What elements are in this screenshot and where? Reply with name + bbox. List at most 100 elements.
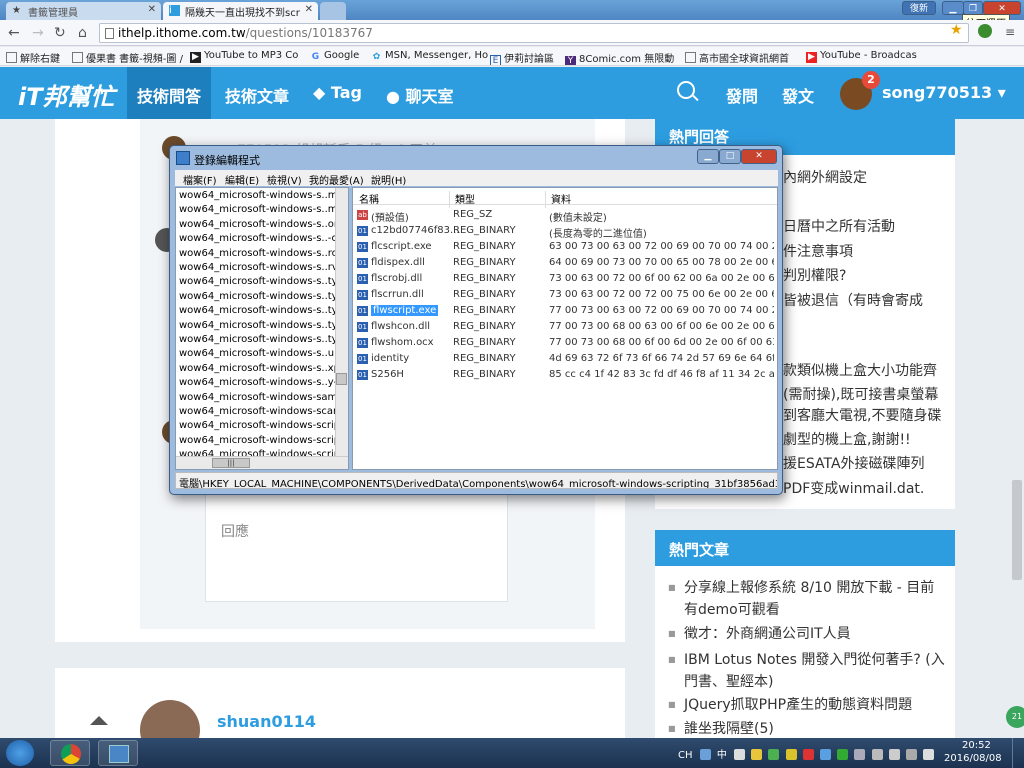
column-divider[interactable] [449, 191, 450, 208]
table-row[interactable]: 01 c12bd07746f83... REG_BINARY (長度為零的二進位值) [353, 223, 777, 240]
registry-tree[interactable]: wow64_microsoft-windows-s..mon wow64_micr… [175, 187, 349, 470]
ime-mode[interactable]: 中 [717, 750, 727, 761]
chat-tray-icon[interactable] [837, 749, 849, 760]
bookmark-item[interactable]: 高市國全球資訊網首 [685, 50, 789, 65]
hot-answer-link[interactable]: 件注意事項 [783, 241, 853, 261]
home-icon[interactable]: ⌂ [78, 25, 87, 41]
close-window-button[interactable]: ✕ [741, 149, 777, 164]
address-bar[interactable]: ithelp.ithome.com.tw/questions/10183767 [99, 23, 969, 43]
bookmark-item[interactable]: E 伊莉討論區 [490, 50, 554, 65]
menu-favorites[interactable]: 我的最愛(A) [309, 172, 364, 187]
table-row[interactable]: 01 flcscript.exe REG_BINARY 63 00 73 00 63 … [353, 239, 777, 255]
tree-node[interactable]: wow64_microsoft-windows-s..ty-cr [179, 291, 348, 302]
scroll-thumb[interactable] [336, 373, 347, 385]
taskbar-regedit[interactable] [98, 740, 138, 766]
hot-answer-link[interactable]: (需耐操),既可接書桌螢幕 [783, 384, 938, 404]
new-tab-button[interactable] [320, 2, 346, 20]
table-row[interactable]: ab (預設值) REG_SZ (數值未設定) [353, 207, 777, 224]
hot-article-link[interactable]: 誰坐我隔壁(5) [668, 718, 948, 740]
menu-icon[interactable]: ≡ [1005, 25, 1015, 39]
user-menu[interactable]: song770513 ▾ [882, 83, 1006, 102]
table-row[interactable]: 01 flwshom.ocx REG_BINARY 77 00 73 00 68 00… [353, 335, 777, 351]
hot-answer-link[interactable]: 日曆中之所有活動 [783, 216, 895, 236]
tree-node[interactable]: wow64_microsoft-windows-s..rolpa [179, 248, 348, 259]
hot-answer-link[interactable]: 劇型的機上盒,謝謝!! [783, 429, 911, 449]
menu-file[interactable]: 檔案(F) [183, 172, 217, 187]
tree-node[interactable]: wow64_microsoft-windows-s..xper [179, 363, 348, 374]
tree-node[interactable]: wow64_microsoft-windows-s..urati [179, 348, 348, 359]
close-icon[interactable]: ✕ [305, 4, 313, 15]
site-logo[interactable]: iT邦幫忙 [18, 77, 115, 112]
menu-view[interactable]: 檢視(V) [267, 172, 302, 187]
tab-bookmark-manager[interactable]: ★ 書籤管理員 ✕ [6, 2, 161, 20]
clock-time[interactable]: 20:52 [962, 740, 991, 751]
table-row[interactable]: 01 identity REG_BINARY 4d 69 63 72 6f 73 6f… [353, 351, 777, 367]
hot-answer-link[interactable]: 援ESATA外接磁碟陣列 [783, 453, 925, 473]
page-scrollbar[interactable] [1012, 480, 1022, 580]
close-window-button[interactable]: ✕ [983, 1, 1021, 15]
tree-vertical-scrollbar[interactable] [335, 188, 348, 457]
table-row[interactable]: 01 flscrrun.dll REG_BINARY 73 00 63 00 72 0… [353, 287, 777, 303]
column-divider[interactable] [545, 191, 546, 208]
tree-node[interactable]: wow64_microsoft-windows-s..rver- [179, 262, 348, 273]
device-icon[interactable] [854, 749, 866, 760]
antivirus-icon[interactable] [802, 749, 814, 760]
minimize-button[interactable]: ▁ [697, 149, 719, 164]
hot-answer-link[interactable]: PDF变成winmail.dat. [783, 478, 924, 498]
hot-answer-link[interactable]: 皆被退信（有時會寄成 [783, 290, 923, 310]
table-row[interactable]: 01 flwscript.exe REG_BINARY 77 00 73 00 63 … [353, 303, 777, 319]
bookmark-item[interactable]: ▶ YouTube to MP3 Co [190, 50, 298, 63]
tree-node[interactable]: wow64_microsoft-windows-scripte [179, 420, 348, 431]
back-arrow-icon[interactable]: ← [8, 25, 20, 41]
flag-icon[interactable] [888, 749, 900, 760]
ask-button[interactable]: 發問 [726, 83, 758, 107]
tree-node[interactable]: wow64_microsoft-windows-s..ty-pu [179, 320, 348, 331]
menu-help[interactable]: 說明(H) [371, 172, 406, 187]
nav-qa[interactable]: 技術問答 [127, 67, 212, 119]
hot-article-link[interactable]: 徵才：外商網通公司IT人員 [668, 623, 948, 645]
column-data[interactable]: 資料 [551, 191, 571, 206]
maximize-button[interactable]: □ [719, 149, 741, 164]
tree-node[interactable]: wow64_microsoft-windows-s..mres [179, 204, 348, 215]
usb-icon[interactable] [871, 749, 883, 760]
nav-chatroom[interactable]: ● 聊天室 [386, 83, 454, 107]
hot-article-link[interactable]: IBM Lotus Notes 開發入門從何著手? (入門書、聖經本) [668, 649, 948, 693]
tree-node[interactable]: wow64_microsoft-windows-s..mon [179, 190, 348, 201]
search-icon[interactable] [677, 81, 695, 99]
column-name[interactable]: 名稱 [359, 191, 379, 206]
reload-icon[interactable]: ↻ [54, 25, 66, 41]
show-desktop-button[interactable] [1012, 738, 1024, 768]
ime-icon[interactable] [699, 749, 711, 760]
answer-author[interactable]: shuan0114 [217, 712, 316, 731]
bookmark-item[interactable]: Y 8Comic.com 無限動 [565, 50, 674, 65]
hot-answer-link[interactable]: 到客廳大電視,不要隨身碟 [783, 405, 941, 425]
tree-node[interactable]: wow64_microsoft-windows-s..-opt [179, 233, 348, 244]
profile-button[interactable]: 復新 [902, 1, 936, 15]
tree-node[interactable]: wow64_microsoft-windows-scanpr [179, 406, 348, 417]
bookmark-item[interactable]: 優果書 書籤-視頻-圖 / [72, 50, 183, 65]
bookmark-item[interactable]: G Google [310, 50, 359, 63]
table-row[interactable]: 01 flwshcon.dll REG_BINARY 77 00 73 00 68 0… [353, 319, 777, 335]
bookmark-item[interactable]: 解除右鍵 [6, 50, 60, 65]
bookmark-item[interactable]: ✿ MSN, Messenger, Ho [371, 50, 488, 63]
menu-edit[interactable]: 編輯(E) [225, 172, 259, 187]
app-tray-icon[interactable] [820, 749, 832, 760]
notification-badge[interactable]: 2 [862, 71, 880, 89]
bookmark-star-icon[interactable]: ★ [950, 22, 963, 38]
hot-answer-link[interactable]: 內網外網設定 [783, 167, 867, 187]
tree-node[interactable]: wow64_microsoft-windows-s..tycer [179, 276, 348, 287]
tree-node[interactable]: wow64_microsoft-windows-s..y-sp [179, 377, 348, 388]
forward-arrow-icon[interactable]: → [32, 25, 44, 41]
table-row[interactable]: 01 fldispex.dll REG_BINARY 64 00 69 00 73 0… [353, 255, 777, 271]
column-type[interactable]: 類型 [455, 191, 475, 206]
restore-button[interactable]: ❐ [963, 1, 983, 15]
hot-answer-link[interactable]: 款類似機上盒大小功能齊 [783, 360, 937, 380]
language-indicator[interactable]: CH [678, 750, 693, 761]
scroll-thumb[interactable]: ||| [212, 458, 250, 468]
nav-articles[interactable]: 技術文章 [225, 83, 289, 107]
post-button[interactable]: 發文 [782, 83, 814, 107]
nav-tag[interactable]: ◆ Tag [313, 83, 362, 102]
registry-values-list[interactable]: 名稱 類型 資料 ab (預設值) REG_SZ (數值未設定) 01 c12bd0774… [352, 187, 778, 470]
keyboard-icon[interactable] [734, 749, 746, 760]
extension-icon[interactable] [978, 24, 992, 38]
